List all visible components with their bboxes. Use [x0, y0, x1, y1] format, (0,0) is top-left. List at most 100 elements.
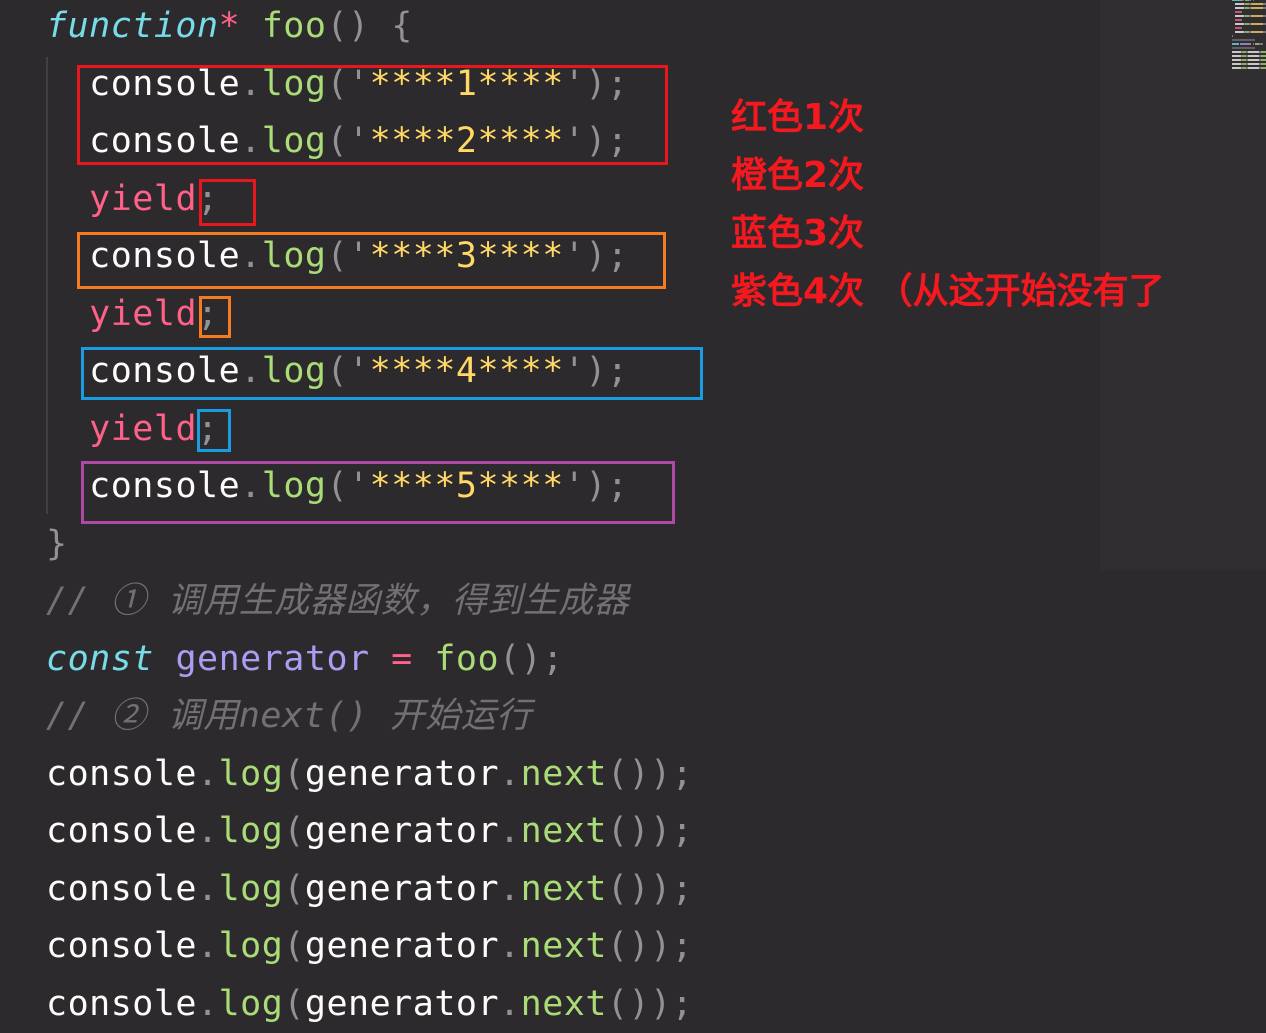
ws-token	[46, 294, 89, 334]
func-token: log	[219, 984, 284, 1024]
punct-token: }	[46, 524, 68, 564]
plain-token: generator	[305, 869, 499, 909]
annotation-note-orange: 橙色2次	[731, 147, 1261, 205]
minimap[interactable]	[1232, 0, 1266, 74]
func-token: log	[219, 869, 284, 909]
func-token: foo	[262, 6, 327, 46]
minimap-token	[1241, 19, 1242, 21]
punct-token: {	[391, 6, 413, 46]
minimap-token	[1232, 47, 1255, 49]
minimap-token	[1248, 63, 1260, 65]
punct-token: .	[197, 984, 219, 1024]
storage-token: =	[391, 639, 413, 679]
punct-token: (	[283, 811, 305, 851]
punct-token: ();	[499, 639, 564, 679]
minimap-token	[1259, 43, 1263, 45]
plain-token: generator	[305, 754, 499, 794]
code-line[interactable]: console.log(generator.next());	[46, 976, 693, 1033]
variable-token: generator	[175, 639, 369, 679]
minimap-token	[1232, 55, 1241, 57]
minimap-token	[1251, 31, 1263, 33]
code-line[interactable]: console.log(generator.next());	[46, 803, 693, 861]
minimap-token	[1251, 7, 1263, 9]
plain-token: generator	[305, 811, 499, 851]
code-line[interactable]: yield;	[46, 286, 693, 344]
plain-token: console	[46, 984, 197, 1024]
punct-token: ()	[326, 6, 369, 46]
minimap-token	[1232, 67, 1241, 69]
ws-token	[413, 639, 435, 679]
minimap-token	[1241, 11, 1242, 13]
minimap-line	[1232, 66, 1266, 70]
minimap-token	[1248, 55, 1260, 57]
plain-token: generator	[305, 926, 499, 966]
func-token: next	[521, 984, 607, 1024]
code-line[interactable]: console.log(generator.next());	[46, 918, 693, 976]
minimap-token	[1235, 31, 1244, 33]
comment-token: // ① 调用生成器函数，得到生成器	[46, 581, 629, 621]
ws-token	[46, 409, 89, 449]
punct-token: ());	[607, 811, 693, 851]
punct-token: .	[499, 869, 521, 909]
storage-token: *	[219, 6, 241, 46]
annotation-note-purple: 紫色4次 （从这开始没有了	[731, 263, 1261, 321]
minimap-token	[1240, 43, 1252, 45]
minimap-token	[1232, 51, 1241, 53]
highlight-box-blue-semicolon	[197, 409, 231, 452]
code-line[interactable]: // ② 调用next() 开始运行	[46, 688, 693, 746]
punct-token: .	[499, 754, 521, 794]
highlight-box-red	[77, 65, 668, 165]
storage-token: yield	[89, 294, 197, 334]
plain-token: console	[46, 926, 197, 966]
code-editor[interactable]: function* foo() { console.log('****1****…	[0, 0, 1266, 1026]
punct-token: .	[197, 869, 219, 909]
code-line[interactable]: // ① 调用生成器函数，得到生成器	[46, 573, 693, 631]
plain-token: generator	[305, 984, 499, 1024]
minimap-token	[1235, 3, 1244, 5]
punct-token: ());	[607, 754, 693, 794]
punct-token: (	[283, 754, 305, 794]
plain-token: console	[46, 754, 197, 794]
minimap-token	[1232, 0, 1242, 1]
func-token: next	[521, 754, 607, 794]
minimap-token	[1235, 7, 1244, 9]
code-line[interactable]: function* foo() {	[46, 0, 693, 56]
minimap-token	[1248, 51, 1260, 53]
punct-token: ());	[607, 869, 693, 909]
code-line[interactable]: console.log(generator.next());	[46, 861, 693, 919]
func-token: log	[219, 754, 284, 794]
punct-token: .	[197, 754, 219, 794]
punct-token: .	[499, 926, 521, 966]
minimap-token	[1241, 27, 1242, 29]
func-token: next	[521, 811, 607, 851]
punct-token: (	[283, 926, 305, 966]
highlight-box-purple	[81, 461, 675, 524]
highlight-box-red-semicolon	[199, 179, 256, 226]
minimap-token	[1253, 0, 1254, 1]
punct-token: ());	[607, 984, 693, 1024]
minimap-token	[1235, 15, 1244, 17]
keyword-token: const	[46, 639, 154, 679]
code-line[interactable]: console.log(generator.next());	[46, 746, 693, 804]
comment-token: // ② 调用next() 开始运行	[46, 696, 532, 736]
func-token: log	[219, 926, 284, 966]
code-line[interactable]: yield;	[46, 401, 693, 459]
ws-token	[370, 6, 392, 46]
highlight-box-blue	[81, 347, 703, 400]
func-token: next	[521, 926, 607, 966]
keyword-token: function	[46, 6, 219, 46]
annotation-notes: 红色1次 橙色2次 蓝色3次 紫色4次 （从这开始没有了	[731, 89, 1261, 321]
minimap-token	[1251, 3, 1263, 5]
func-token: foo	[434, 639, 499, 679]
ws-token	[154, 639, 176, 679]
highlight-box-orange	[77, 232, 666, 289]
minimap-token	[1232, 63, 1241, 65]
code-line[interactable]: }	[46, 516, 693, 574]
code-line[interactable]: const generator = foo();	[46, 631, 693, 689]
punct-token: (	[283, 984, 305, 1024]
code-line[interactable]: yield;	[46, 171, 693, 229]
minimap-token	[1248, 59, 1260, 61]
func-token: next	[521, 869, 607, 909]
minimap-token	[1232, 35, 1233, 37]
plain-token: console	[46, 869, 197, 909]
